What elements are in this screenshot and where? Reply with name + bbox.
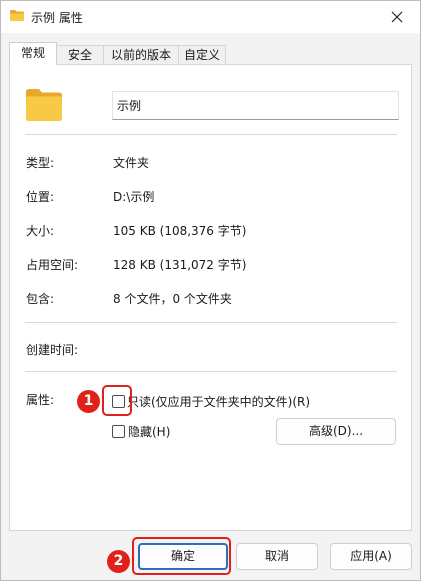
highlight-box-readonly [102,385,132,416]
readonly-label[interactable]: 只读(仅应用于文件夹中的文件)(R) [127,393,310,410]
apply-button[interactable]: 应用(A) [330,543,412,570]
contains-label: 包含: [26,292,55,306]
contains-value: 8 个文件，0 个文件夹 [113,292,232,306]
type-value: 文件夹 [113,156,150,170]
highlight-box-ok [132,537,231,575]
tab-general[interactable]: 常规 [9,42,57,65]
general-panel: 类型: 文件夹 位置: D:\示例 大小: 105 KB (108,376 字节… [9,64,412,531]
created-label: 创建时间: [26,343,79,357]
cancel-button[interactable]: 取消 [236,543,318,570]
location-value: D:\示例 [113,190,155,204]
size-value: 105 KB (108,376 字节) [113,224,247,238]
type-label: 类型: [26,156,55,170]
folder-icon [10,10,24,21]
hidden-checkbox[interactable] [112,425,125,438]
annotation-badge-2: 2 [107,550,130,573]
divider [25,134,397,135]
folder-name-input[interactable] [112,91,399,120]
size-label: 大小: [26,224,55,238]
divider [25,322,397,323]
close-button[interactable] [374,1,420,32]
size-on-disk-label: 占用空间: [26,258,79,272]
title-bar: 示例 属性 [1,1,420,33]
annotation-badge-1: 1 [77,390,100,413]
location-label: 位置: [26,190,55,204]
tab-previous-versions[interactable]: 以前的版本 [103,45,179,64]
close-icon [391,11,403,22]
tab-security[interactable]: 安全 [56,45,104,64]
divider [25,371,397,372]
tab-customize[interactable]: 自定义 [178,45,226,64]
hidden-label[interactable]: 隐藏(H) [128,423,170,440]
window-title: 示例 属性 [31,11,83,25]
advanced-button[interactable]: 高级(D)... [276,418,396,445]
folder-icon [26,89,62,121]
properties-dialog: 示例 属性 常规 安全 以前的版本 自定义 类型: 文件夹 位置: D:\示例 … [0,0,421,581]
attributes-label: 属性: [26,393,55,407]
size-on-disk-value: 128 KB (131,072 字节) [113,258,247,272]
